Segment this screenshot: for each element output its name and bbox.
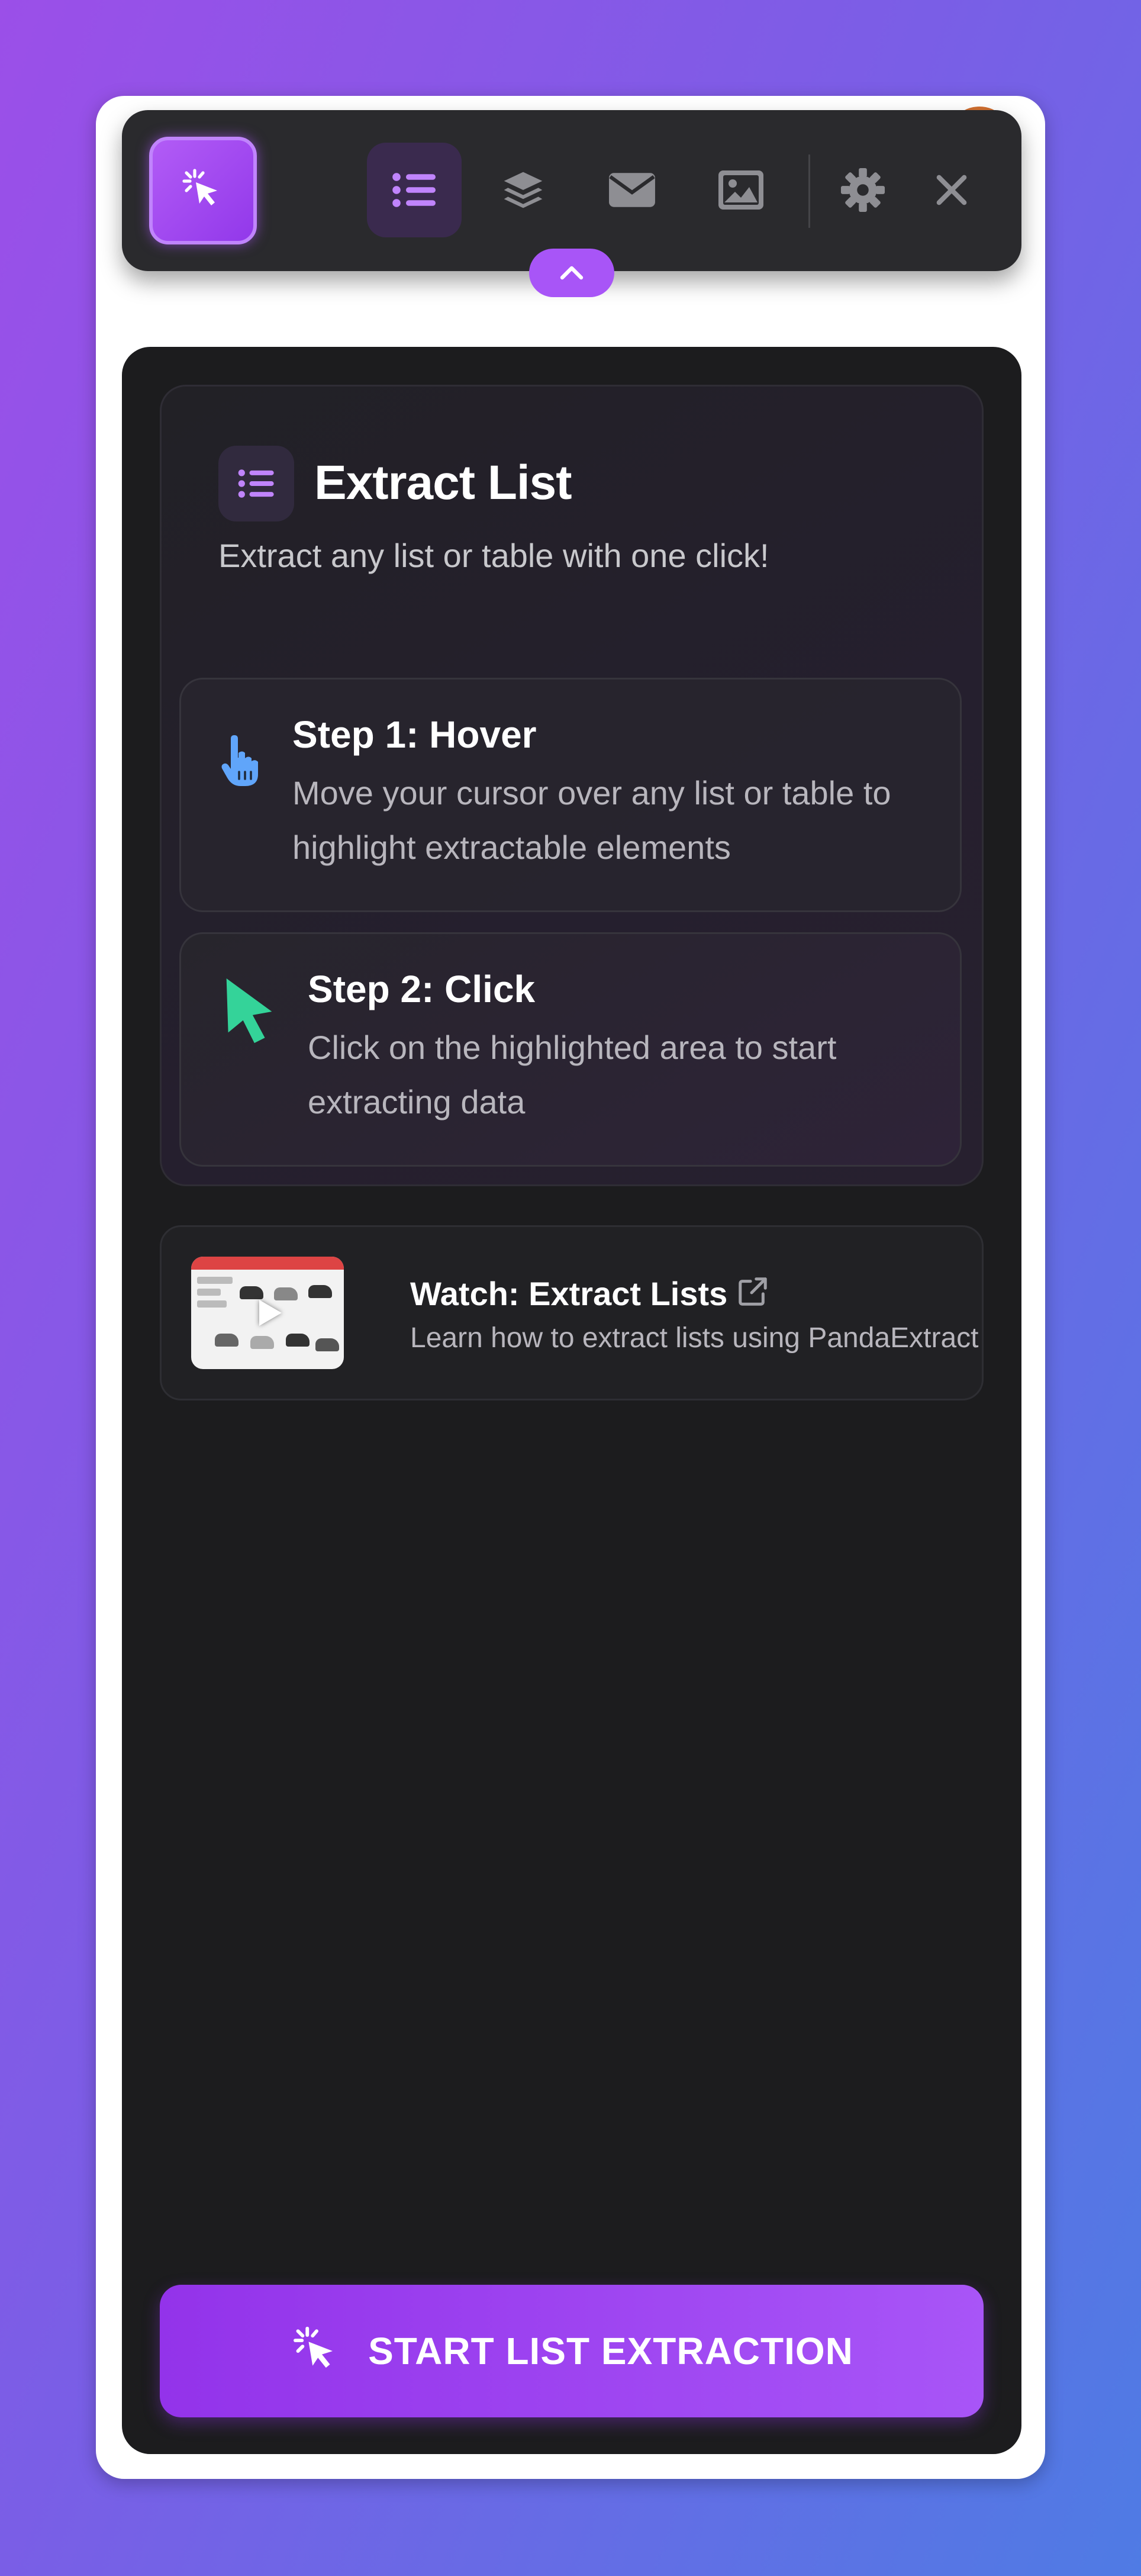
start-extraction-button[interactable]: START LIST EXTRACTION [160,2285,984,2417]
step-description: Move your cursor over any list or table … [292,774,891,866]
gear-icon [840,168,885,212]
title-icon-badge [218,446,294,521]
video-title: Watch: Extract Lists [410,1275,728,1312]
step-card-hover: Step 1: Hover Move your cursor over any … [179,678,962,912]
extract-list-panel: Extract List Extract any list or table w… [122,347,1021,2454]
layers-icon [504,172,543,208]
pointer-hand-icon [221,735,258,786]
envelope-icon [609,173,655,207]
step-card-click: Step 2: Click Click on the highlighted a… [179,932,962,1167]
chevron-up-icon [560,266,584,280]
image-icon [718,170,763,210]
logo-button[interactable] [149,137,257,244]
toolbar-divider [808,154,810,228]
step-title: Step 1: Hover [292,713,537,756]
page-title: Extract List [314,456,572,510]
page-subtitle: Extract any list or table with one click… [218,537,769,574]
start-extraction-label: START LIST EXTRACTION [368,2330,853,2372]
list-tool-button[interactable] [367,143,462,237]
external-link-icon [739,1277,767,1306]
play-icon [259,1300,282,1326]
tutorial-video-card[interactable]: Watch: Extract Lists Learn how to extrac… [160,1225,984,1400]
video-description: Learn how to extract lists using PandaEx… [410,1322,979,1354]
step-title: Step 2: Click [308,968,536,1010]
email-tool-button[interactable] [585,143,679,237]
cursor-click-icon [294,2326,333,2368]
cursor-click-icon [182,169,217,205]
collapse-toolbar-button[interactable] [529,249,614,297]
list-icon [392,173,436,207]
cursor-arrow-icon [226,978,272,1044]
close-button[interactable] [904,143,999,237]
list-icon [238,469,274,498]
video-thumbnail [191,1257,344,1369]
image-tool-button[interactable] [694,143,788,237]
intro-card: Extract List Extract any list or table w… [160,385,984,1186]
settings-button[interactable] [816,143,910,237]
close-icon [936,175,967,205]
step-description: Click on the highlighted area to start e… [308,1029,837,1120]
layers-tool-button[interactable] [476,143,570,237]
toolbar [122,110,1021,271]
